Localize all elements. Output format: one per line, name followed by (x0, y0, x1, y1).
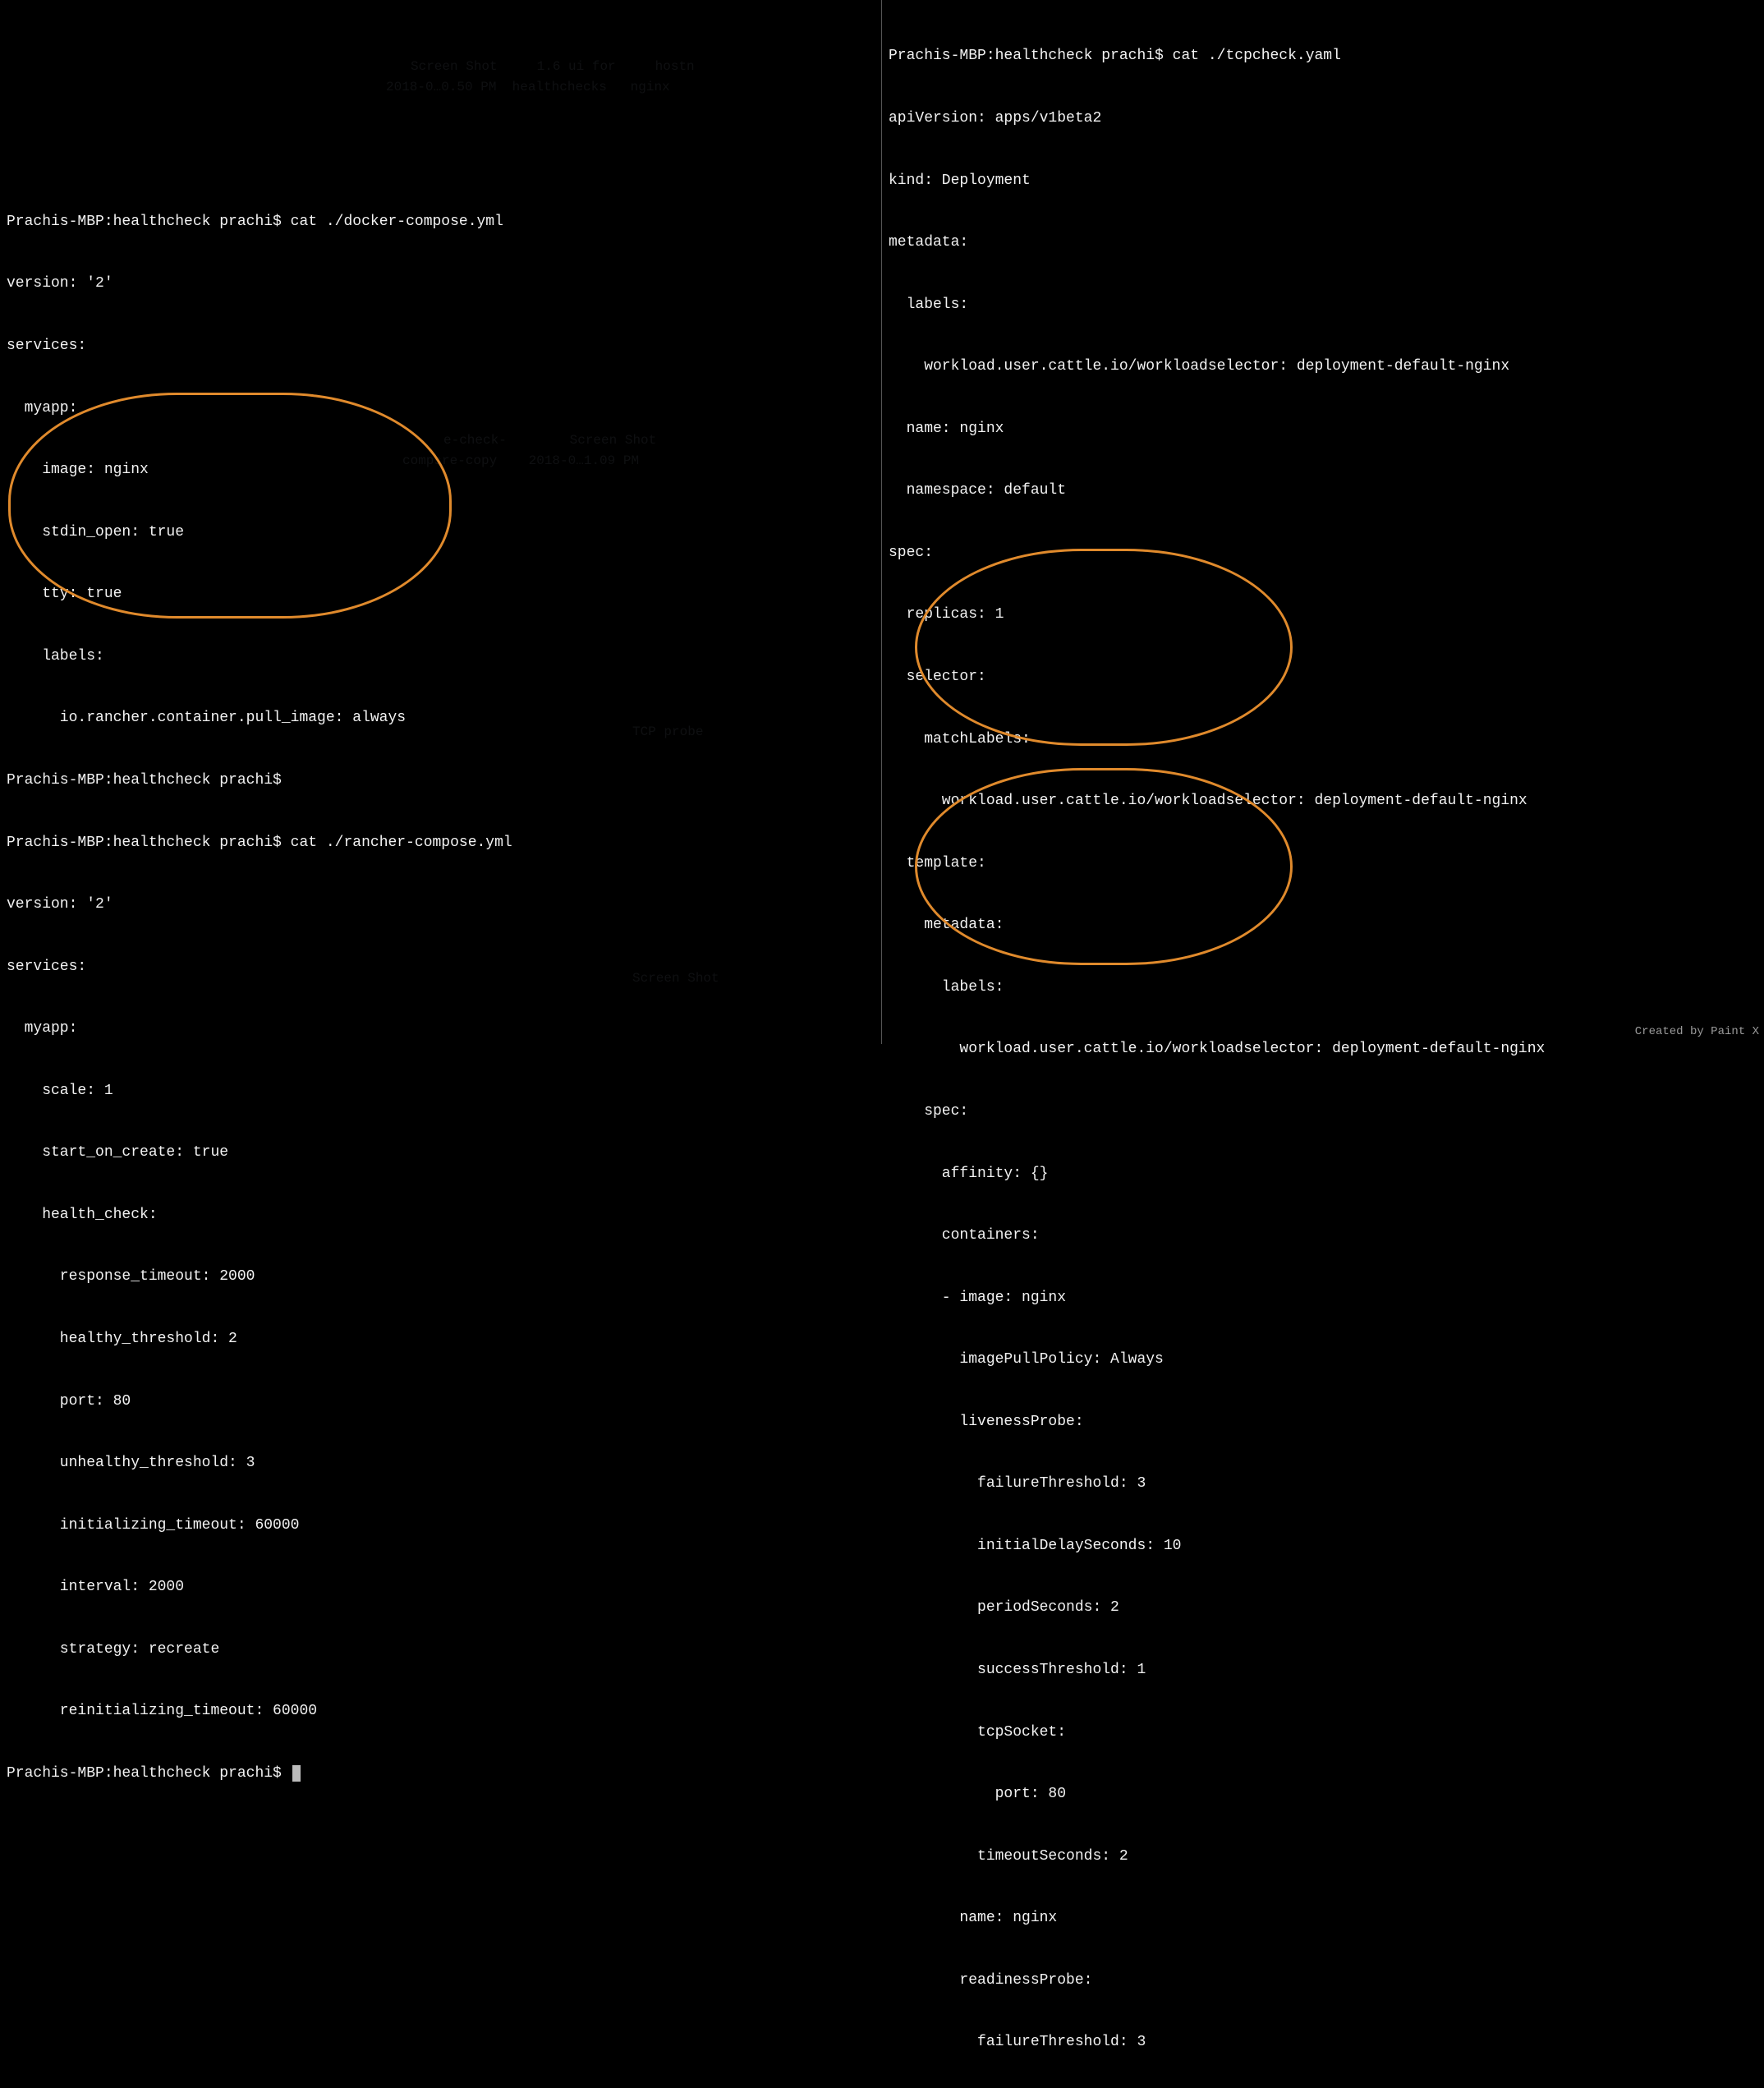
file-line: image: nginx (7, 460, 875, 481)
watermark-label: Created by Paint X (1635, 1024, 1759, 1041)
file-line: name: nginx (889, 419, 1757, 439)
desktop-ghost: e-check- Screen Shot (443, 431, 656, 449)
file-line: health_check: (7, 1205, 875, 1226)
shell-line: Prachis-MBP:healthcheck prachi$ (7, 1764, 875, 1784)
file-line: livenessProbe: (889, 1412, 1757, 1433)
file-line: successThreshold: 1 (889, 1660, 1757, 1681)
terminal-split: Screen Shot 1.6 ui for hostn 2018-0…0.50… (0, 0, 1764, 1044)
file-line: scale: 1 (7, 1081, 875, 1101)
file-line: unhealthy_threshold: 3 (7, 1453, 875, 1474)
shell-command: cat ./docker-compose.yml (291, 214, 503, 230)
file-line: template: (889, 853, 1757, 874)
file-line: apiVersion: apps/v1beta2 (889, 108, 1757, 129)
file-line: tty: true (7, 584, 875, 605)
file-line: start_on_create: true (7, 1143, 875, 1163)
file-line: strategy: recreate (7, 1640, 875, 1660)
file-line: port: 80 (889, 1784, 1757, 1805)
file-line: labels: (7, 646, 875, 667)
file-line: version: '2' (7, 274, 875, 294)
shell-prompt: Prachis-MBP:healthcheck prachi$ (7, 835, 282, 851)
terminal-pane-right[interactable]: Prachis-MBP:healthcheck prachi$ cat ./tc… (882, 0, 1764, 1044)
file-line: myapp: (7, 398, 875, 419)
file-line: matchLabels: (889, 729, 1757, 750)
file-line: services: (7, 957, 875, 977)
file-line: response_timeout: 2000 (7, 1267, 875, 1287)
shell-line: Prachis-MBP:healthcheck prachi$ (7, 770, 875, 791)
file-line: services: (7, 336, 875, 356)
file-line: stdin_open: true (7, 522, 875, 543)
annotation-ellipse (915, 549, 1293, 746)
desktop-ghost: 2018-0…0.50 PM healthchecks nginx (386, 78, 670, 96)
file-line: myapp: (7, 1019, 875, 1039)
file-line: imagePullPolicy: Always (889, 1350, 1757, 1370)
file-line: containers: (889, 1226, 1757, 1246)
file-line: port: 80 (7, 1391, 875, 1412)
file-line: spec: (889, 543, 1757, 563)
file-line: affinity: {} (889, 1164, 1757, 1184)
file-line: labels: (889, 295, 1757, 315)
shell-prompt: Prachis-MBP:healthcheck prachi$ (7, 1765, 282, 1782)
file-line: io.rancher.container.pull_image: always (7, 708, 875, 729)
file-line: kind: Deployment (889, 171, 1757, 191)
file-line: - image: nginx (889, 1288, 1757, 1308)
file-line: metadata: (889, 915, 1757, 936)
file-line: metadata: (889, 232, 1757, 253)
file-line: healthy_threshold: 2 (7, 1329, 875, 1350)
file-line: readinessProbe: (889, 1971, 1757, 1991)
file-line: workload.user.cattle.io/workloadselector… (889, 791, 1757, 812)
shell-command: cat ./rancher-compose.yml (291, 835, 512, 851)
file-line: workload.user.cattle.io/workloadselector… (889, 1039, 1757, 1060)
file-line: selector: (889, 667, 1757, 688)
shell-prompt: Prachis-MBP:healthcheck prachi$ (7, 214, 282, 230)
file-line: labels: (889, 977, 1757, 998)
file-line: initialDelaySeconds: 10 (889, 1536, 1757, 1557)
file-line: namespace: default (889, 481, 1757, 501)
file-line: reinitializing_timeout: 60000 (7, 1701, 875, 1722)
file-line: periodSeconds: 2 (889, 1598, 1757, 1618)
shell-prompt: Prachis-MBP:healthcheck prachi$ (7, 772, 282, 789)
file-line: interval: 2000 (7, 1577, 875, 1598)
shell-prompt: Prachis-MBP:healthcheck prachi$ (889, 48, 1164, 64)
file-line: tcpSocket: (889, 1722, 1757, 1743)
file-line: spec: (889, 1101, 1757, 1122)
shell-line: Prachis-MBP:healthcheck prachi$ cat ./do… (7, 212, 875, 232)
file-line: version: '2' (7, 895, 875, 915)
file-line: failureThreshold: 3 (889, 2032, 1757, 2053)
desktop-ghost: Screen Shot 1.6 ui for hostn (411, 57, 695, 76)
shell-line: Prachis-MBP:healthcheck prachi$ cat ./ra… (7, 833, 875, 853)
file-line: timeoutSeconds: 2 (889, 1847, 1757, 1867)
file-line: initializing_timeout: 60000 (7, 1515, 875, 1536)
cursor-icon (292, 1765, 301, 1782)
terminal-pane-left[interactable]: Screen Shot 1.6 ui for hostn 2018-0…0.50… (0, 0, 882, 1044)
file-line: workload.user.cattle.io/workloadselector… (889, 356, 1757, 377)
shell-command: cat ./tcpcheck.yaml (1173, 48, 1341, 64)
shell-line: Prachis-MBP:healthcheck prachi$ cat ./tc… (889, 46, 1757, 67)
file-line: failureThreshold: 3 (889, 1474, 1757, 1494)
file-line: name: nginx (889, 1908, 1757, 1929)
file-line: replicas: 1 (889, 605, 1757, 625)
